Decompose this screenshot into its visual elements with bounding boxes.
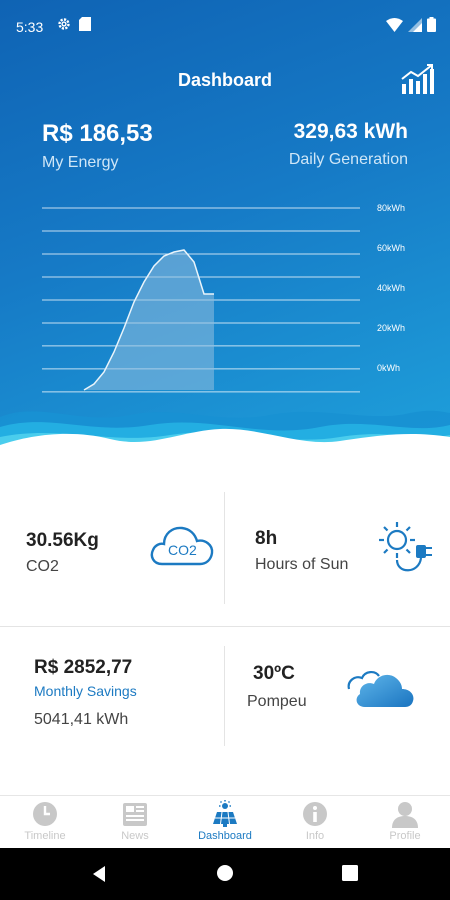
sun-plug-icon	[379, 522, 432, 572]
bottom-nav: Timeline News Dashboard Info Profile	[0, 795, 450, 848]
newspaper-icon	[123, 803, 147, 826]
sun-card[interactable]: 8h Hours of Sun	[225, 470, 450, 626]
dashboard-hero: 5:33 Dashboard R$ 186,53 My Energy 329,6…	[0, 0, 450, 470]
solar-panel-icon	[213, 800, 237, 827]
y-tick-label: 0kWh	[377, 363, 400, 373]
system-nav-bar	[0, 848, 450, 900]
signal-icon	[408, 17, 422, 32]
cloud-icon	[347, 671, 414, 707]
status-time: 5:33	[16, 19, 44, 35]
co2-card[interactable]: 30.56Kg CO2 CO2	[0, 470, 224, 626]
generation-value: 329,63 kWh	[293, 120, 408, 143]
sim-icon	[79, 17, 91, 31]
energy-value: R$ 186,53	[42, 120, 153, 147]
nav-item-label: Dashboard	[198, 830, 252, 842]
co2-icon-text: CO2	[168, 542, 197, 558]
nav-item-profile[interactable]: Profile	[360, 796, 450, 848]
nav-item-dashboard[interactable]: Dashboard	[180, 796, 270, 848]
nav-item-label: News	[121, 830, 149, 842]
y-tick-label: 60kWh	[377, 243, 405, 253]
recents-icon[interactable]	[342, 865, 358, 881]
gear-icon	[58, 18, 70, 30]
back-icon[interactable]	[90, 865, 108, 883]
wifi-icon	[386, 17, 403, 32]
info-icon	[303, 802, 327, 826]
sun-value: 8h	[255, 528, 278, 549]
y-tick-label: 40kWh	[377, 283, 405, 293]
summary-cards: 30.56Kg CO2 CO2 8h Hours of Sun R$ 2852,…	[0, 470, 450, 795]
energy-label: My Energy	[42, 154, 119, 171]
savings-value: R$ 2852,77	[34, 657, 133, 678]
location-label: Pompeu	[247, 693, 307, 710]
battery-icon	[427, 17, 436, 32]
nav-item-news[interactable]: News	[90, 796, 180, 848]
weather-card[interactable]: 30ºC Pompeu	[225, 627, 450, 775]
savings-card[interactable]: R$ 2852,77 Monthly Savings 5041,41 kWh	[0, 627, 224, 775]
generation-chart: 80kWh 60kWh 40kWh 20kWh 0kWh	[42, 203, 405, 393]
status-bar: 5:33	[0, 0, 450, 56]
nav-item-timeline[interactable]: Timeline	[0, 796, 90, 848]
home-icon[interactable]	[216, 864, 234, 882]
nav-item-label: Timeline	[24, 830, 66, 842]
savings-label: Monthly Savings	[34, 683, 137, 699]
clock-icon	[33, 802, 57, 826]
sun-label: Hours of Sun	[255, 556, 349, 573]
temperature-value: 30ºC	[253, 663, 295, 684]
co2-label: CO2	[26, 558, 59, 575]
generation-label: Daily Generation	[288, 151, 408, 168]
y-tick-label: 80kWh	[377, 203, 405, 213]
co2-cloud-icon: CO2	[150, 526, 214, 566]
savings-kwh: 5041,41 kWh	[34, 711, 129, 728]
user-icon	[392, 802, 418, 828]
y-tick-label: 20kWh	[377, 323, 405, 333]
co2-value: 30.56Kg	[26, 530, 99, 551]
nav-item-label: Info	[305, 830, 325, 842]
page-title: Dashboard	[177, 70, 273, 90]
nav-item-info[interactable]: Info	[270, 796, 360, 848]
nav-item-label: Profile	[389, 830, 421, 842]
stats-chart-icon[interactable]	[400, 62, 436, 96]
wave-decoration	[0, 410, 450, 470]
